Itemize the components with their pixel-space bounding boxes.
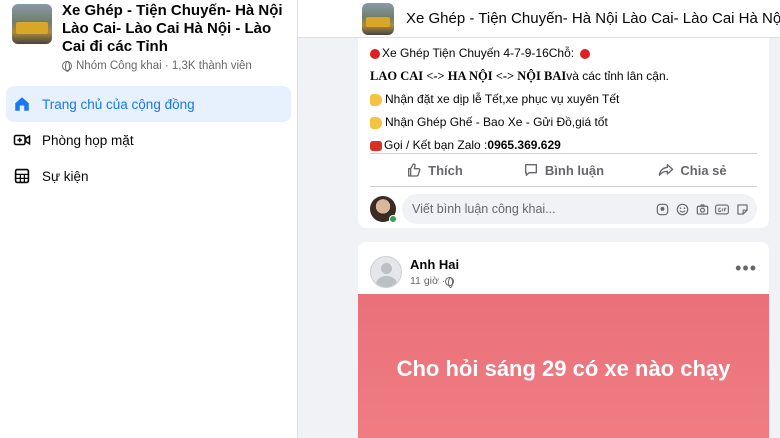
post-line: LAO CAI <-> HA NỘI <-> NỘI BAI và các tỉ… [370,69,669,83]
share-button[interactable]: Chia sẻ [628,154,757,186]
group-members[interactable]: 1,3K thành viên [172,60,252,72]
globe-icon [62,61,72,72]
group-cover-thumbnail[interactable] [362,2,394,35]
post-timestamp[interactable]: 11 giờ · [410,275,459,288]
red-circle-icon [580,48,591,59]
post-line: Nhận Ghép Ghế - Bao Xe - Gửi Đồ,giá tốt [370,111,759,134]
pointing-hand-icon [370,93,382,106]
more-options-icon[interactable]: ••• [735,258,757,279]
group-meta: Nhóm Công khai · 1,3K thành viên [62,60,290,72]
post-line: Nhận đặt xe dịp lễ Tết,xe phục vụ xuyên … [370,88,759,111]
camera-icon[interactable] [695,202,709,216]
sidebar-item-community-home[interactable]: Trang chủ của cộng đồng [6,86,291,122]
group-sidebar: Xe Ghép - Tiện Chuyến- Hà Nội Lào Cai- L… [0,0,298,438]
telephone-icon [370,140,382,151]
share-arrow-icon [659,164,674,176]
home-icon [12,94,32,114]
avatar[interactable] [370,256,402,288]
comment-bubble-icon [524,164,537,176]
calendar-grid-icon [12,166,32,186]
group-sticky-header: Xe Ghép - Tiện Chuyến- Hà Nội Lào Cai- L… [298,0,780,38]
sidebar-item-label: Phòng họp mặt [42,132,134,148]
post-card: Xe Ghép Tiện Chuyến 4-7-9-16Chỗ: LAO CAI… [358,38,769,228]
globe-icon [445,276,455,288]
red-circle-icon [370,48,380,59]
comment-button[interactable]: Bình luận [499,154,628,186]
gif-icon[interactable] [715,202,729,216]
video-icon [12,130,32,150]
emoji-icon[interactable] [675,202,689,216]
sidebar-item-rooms[interactable]: Phòng họp mặt [6,122,291,158]
comment-placeholder: Viết bình luận công khai... [412,202,556,216]
group-cover-thumbnail[interactable] [12,4,52,44]
post-line: Xe Ghép Tiện Chuyến 4-7-9-16Chỗ: [370,42,759,65]
post-card: Anh Hai 11 giờ · ••• Cho hỏi sáng 29 có … [358,242,769,438]
post-body: Xe Ghép Tiện Chuyến 4-7-9-16Chỗ: LAO CAI… [358,38,769,157]
sidebar-item-label: Trang chủ của cộng đồng [42,96,195,112]
group-header: Xe Ghép - Tiện Chuyến- Hà Nội Lào Cai- L… [0,0,297,72]
like-button[interactable]: Thích [370,154,499,186]
group-title[interactable]: Xe Ghép - Tiện Chuyến- Hà Nội Lào Cai- L… [62,2,290,56]
author-name[interactable]: Anh Hai [410,257,459,272]
post-header: Anh Hai 11 giờ · ••• [358,242,769,292]
comment-composer: Viết bình luận công khai... [370,193,757,225]
group-privacy: Nhóm Công khai [76,60,162,72]
sidebar-item-label: Sự kiện [42,168,89,184]
online-status-dot [389,215,397,223]
sticker-icon[interactable] [735,202,749,216]
user-avatar[interactable] [370,196,397,223]
avatar-sticker-icon[interactable] [655,202,669,216]
colored-background-post: Cho hỏi sáng 29 có xe nào chạy [358,294,769,438]
pointing-hand-icon [370,116,382,129]
group-header-title[interactable]: Xe Ghép - Tiện Chuyến- Hà Nội Lào Cai- L… [406,10,780,27]
sidebar-nav: Trang chủ của cộng đồng Phòng họp mặt Sự… [0,86,297,194]
comment-input[interactable]: Viết bình luận công khai... [402,194,757,224]
thumbs-up-icon [408,163,421,177]
post-text: Cho hỏi sáng 29 có xe nào chạy [396,356,731,381]
sidebar-item-events[interactable]: Sự kiện [6,158,291,194]
post-actions: Thích Bình luận Chia sẻ [370,153,757,187]
